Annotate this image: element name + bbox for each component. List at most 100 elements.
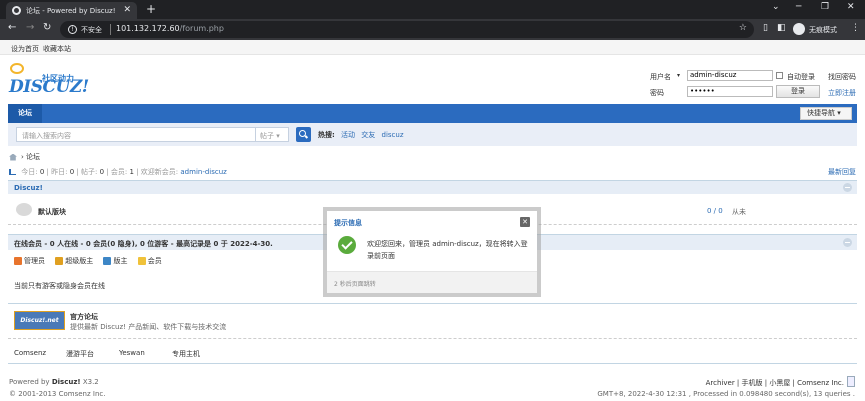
tab-search-icon[interactable]: ⌄ xyxy=(772,2,780,12)
version: X3.2 xyxy=(82,378,99,386)
bookmark-site-link[interactable]: 收藏本站 xyxy=(43,44,71,54)
forum-name-link[interactable]: 默认版块 xyxy=(38,207,66,217)
back-arrow-icon[interactable]: ← xyxy=(8,22,16,33)
search-type-label: 帖子 xyxy=(260,132,274,140)
new-tab-button[interactable]: + xyxy=(146,2,156,16)
chevron-down-icon: ▾ xyxy=(837,109,841,117)
site-logo[interactable]: 社区动力 DISCUZ! xyxy=(9,63,89,99)
stat-yesterday: 0 xyxy=(69,168,75,176)
message-dialog: 提示信息 ✕ 欢迎您回来，管理员 admin-discuz，现在将转入登录前页面… xyxy=(323,207,541,297)
username-dropdown-icon[interactable]: ▾ xyxy=(677,72,680,79)
legend-super-moderator: 超级版主 xyxy=(55,256,93,266)
globe-icon xyxy=(12,6,21,15)
bookmark-star-icon[interactable]: ☆ xyxy=(739,23,747,33)
legend-super-moderator-label: 超级版主 xyxy=(65,257,94,265)
split-view-icon[interactable]: ◧ xyxy=(777,23,786,33)
stats-chart-icon[interactable] xyxy=(9,169,16,175)
stat-separator: | xyxy=(106,168,109,176)
search-icon[interactable] xyxy=(296,127,311,142)
incognito-indicator[interactable]: 无痕模式 xyxy=(793,22,845,37)
breadcrumb-separator: › xyxy=(21,153,24,161)
category-title[interactable]: Discuz! xyxy=(14,184,43,192)
close-icon[interactable]: ✕ xyxy=(520,217,530,227)
url-omnibox[interactable]: ! 不安全 101.132.172.60/forum.php ☆ xyxy=(60,21,754,38)
incognito-icon xyxy=(793,23,805,35)
close-tab-icon[interactable]: ✕ xyxy=(123,5,131,15)
latest-reply-link[interactable]: 最新回复 xyxy=(828,167,856,177)
browser-tab[interactable]: 论坛 - Powered by Discuz! ✕ xyxy=(6,2,137,19)
auto-login-checkbox[interactable] xyxy=(776,72,783,79)
nav-item-forum[interactable]: 论坛 xyxy=(8,104,42,123)
maximize-icon[interactable]: ❐ xyxy=(821,2,829,12)
member-user-icon xyxy=(137,257,146,265)
address-bar-row: ← → ↻ ! 不安全 101.132.172.60/forum.php ☆ ▯… xyxy=(0,19,865,40)
forum-stats: 今日: 0 | 昨日: 0 | 帖子: 0 | 会员: 1 | 欢迎新会员: a… xyxy=(9,167,227,177)
legend-moderator-label: 版主 xyxy=(113,257,128,265)
quick-nav-label: 快捷导航 xyxy=(807,109,835,117)
stat-separator: | xyxy=(46,168,49,176)
forum-last-post: 从未 xyxy=(732,208,746,216)
footer-runtime: GMT+8, 2022-4-30 12:31 , Processed in 0.… xyxy=(597,390,855,398)
warning-icon[interactable]: ! xyxy=(68,25,77,34)
stat-today-label: 今日: xyxy=(21,168,38,176)
not-secure-label[interactable]: 不安全 xyxy=(81,25,102,35)
username-field[interactable]: admin-discuz xyxy=(687,70,773,81)
stat-today: 0 xyxy=(39,168,45,176)
back-to-top-icon[interactable] xyxy=(847,376,855,387)
stat-posts-label: 帖子: xyxy=(81,168,98,176)
friend-link[interactable]: 漫游平台 xyxy=(66,349,94,359)
password-field[interactable]: •••••• xyxy=(687,86,773,97)
quick-nav-button[interactable]: 快捷导航 ▾ xyxy=(800,107,852,120)
friend-links-divider xyxy=(8,303,857,304)
reload-icon[interactable]: ↻ xyxy=(43,22,51,33)
url-host: 101.132.172.60 xyxy=(116,24,180,33)
hot-search-item[interactable]: discuz xyxy=(382,131,404,139)
online-note: 当前只有游客或隐身会员在线 xyxy=(14,282,105,290)
discuz-net-logo[interactable]: Discuz!.net xyxy=(14,311,65,330)
dialog-message: 欢迎您回来，管理员 admin-discuz，现在将转入登录前页面 xyxy=(367,240,528,260)
set-homepage-link[interactable]: 设为首页 xyxy=(11,44,39,54)
footer-links[interactable]: Archiver | 手机版 | 小黑屋 | Comsenz Inc. xyxy=(706,378,844,388)
hot-search-item[interactable]: 交友 xyxy=(361,131,375,139)
url-text[interactable]: 101.132.172.60/forum.php xyxy=(116,24,224,33)
collapse-icon[interactable] xyxy=(843,183,852,192)
product-link[interactable]: Discuz! xyxy=(52,378,81,386)
legend-admin-label: 管理员 xyxy=(24,257,45,265)
friend-link[interactable]: Comsenz xyxy=(14,349,46,357)
tab-title: 论坛 - Powered by Discuz! xyxy=(26,7,116,15)
register-link[interactable]: 立即注册 xyxy=(828,88,856,98)
browser-menu-icon[interactable]: ⋮ xyxy=(851,23,860,33)
search-input[interactable]: 请输入搜索内容 xyxy=(16,127,256,142)
auto-login-label: 自动登录 xyxy=(787,73,815,81)
forward-arrow-icon[interactable]: → xyxy=(26,22,34,33)
stat-members-label: 会员: xyxy=(110,168,128,176)
friend-link[interactable]: Yeswan xyxy=(119,349,145,357)
chevron-down-icon: ▾ xyxy=(276,132,280,140)
friend-link[interactable]: 专用主机 xyxy=(172,349,200,359)
minimize-icon[interactable]: ─ xyxy=(796,2,801,12)
friend-link-desc: 提供最新 Discuz! 产品新闻、软件下载与技术交流 xyxy=(70,323,227,331)
home-icon[interactable] xyxy=(9,153,17,161)
logo-brand: DISCUZ! xyxy=(9,77,89,97)
breadcrumb: › 论坛 xyxy=(9,152,40,162)
stat-separator: | xyxy=(76,168,79,176)
legend-admin: 管理员 xyxy=(14,256,45,266)
breadcrumb-current[interactable]: 论坛 xyxy=(26,153,40,161)
search-type-select[interactable]: 帖子 ▾ xyxy=(256,127,289,142)
newest-member-link[interactable]: admin-discuz xyxy=(180,168,226,176)
collapse-icon[interactable] xyxy=(843,238,852,247)
password-label: 密码 xyxy=(650,89,664,97)
hot-search-item[interactable]: 活动 xyxy=(341,131,355,139)
redirect-countdown[interactable]: 2 秒后页面跳转 xyxy=(334,279,376,288)
window-close-icon[interactable]: ✕ xyxy=(847,2,855,12)
hot-search-label: 热搜: xyxy=(318,131,335,139)
login-button[interactable]: 登录 xyxy=(776,85,820,98)
friend-link-name[interactable]: 官方论坛 xyxy=(70,312,98,322)
dialog-footer: 2 秒后页面跳转 xyxy=(327,271,537,293)
online-title[interactable]: 在线会员 - 0 人在线 - 0 会员(0 隐身), 0 位游客 - 最高记录是… xyxy=(14,239,273,249)
dialog-body: 提示信息 ✕ 欢迎您回来，管理员 admin-discuz，现在将转入登录前页面… xyxy=(327,211,537,293)
find-password-link[interactable]: 找回密码 xyxy=(828,72,856,82)
side-panel-icon[interactable]: ▯ xyxy=(763,23,768,33)
success-check-icon xyxy=(338,236,356,254)
hot-search: 热搜: 活动 交友 discuz xyxy=(318,130,404,140)
